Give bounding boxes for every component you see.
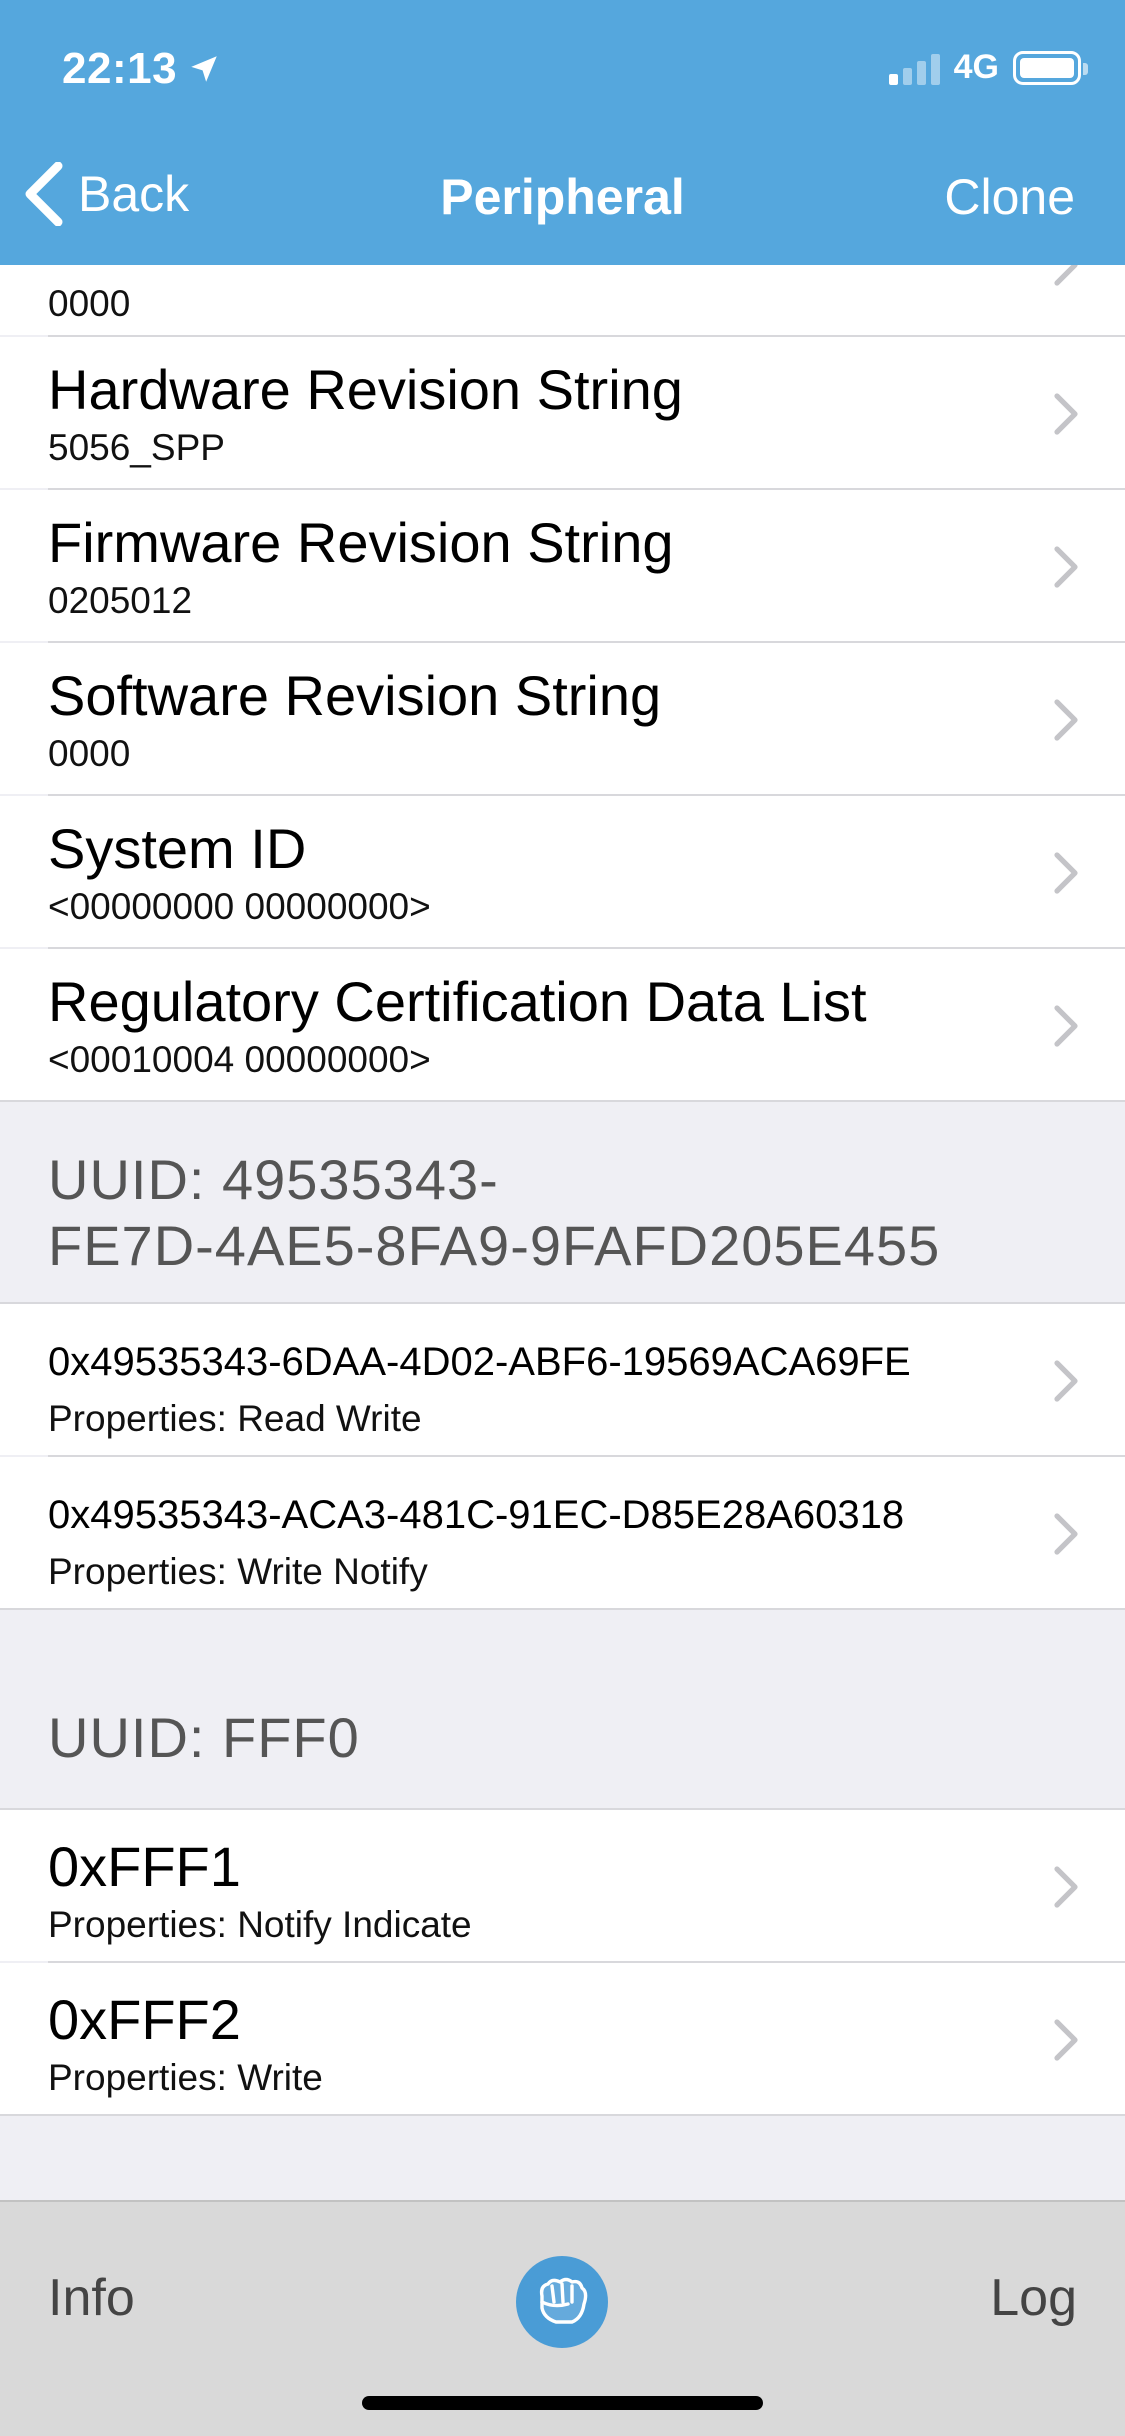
home-indicator[interactable] bbox=[362, 2396, 763, 2410]
tab-info[interactable]: Info bbox=[48, 2268, 135, 2328]
list-item-regulatory-certification[interactable]: Regulatory Certification Data List <0001… bbox=[0, 949, 1125, 1100]
characteristic-row[interactable]: 0xFFF2 Properties: Write bbox=[0, 1963, 1125, 2114]
chevron-right-icon bbox=[1054, 546, 1078, 588]
chevron-right-icon bbox=[1054, 265, 1078, 286]
characteristic-properties: Properties: Notify Indicate bbox=[48, 1904, 472, 1945]
chevron-right-icon bbox=[1054, 2019, 1078, 2061]
characteristic-uuid: 0xFFF1 bbox=[48, 1835, 241, 1898]
row-value: <00000000 00000000> bbox=[48, 886, 431, 927]
status-indicators: 4G bbox=[888, 48, 1088, 87]
list-item-partial[interactable]: 0000 bbox=[0, 265, 1125, 335]
characteristic-properties: Properties: Write bbox=[48, 2057, 323, 2098]
chevron-right-icon bbox=[1054, 1360, 1078, 1402]
peripheral-detail-list[interactable]: 0000 Hardware Revision String 5056_SPP F… bbox=[0, 265, 1125, 2200]
chevron-right-icon bbox=[1054, 699, 1078, 741]
service-header-fff0: UUID: FFF0 bbox=[0, 1610, 1125, 1810]
characteristic-properties: Properties: Read Write bbox=[48, 1398, 422, 1439]
characteristic-row[interactable]: 0xFFF1 Properties: Notify Indicate bbox=[0, 1810, 1125, 1961]
chevron-right-icon bbox=[1054, 852, 1078, 894]
row-title: Regulatory Certification Data List bbox=[48, 970, 867, 1033]
row-value: 0205012 bbox=[48, 580, 193, 621]
row-value: 0000 bbox=[48, 733, 131, 774]
row-title: Hardware Revision String bbox=[48, 358, 683, 421]
row-title: Firmware Revision String bbox=[48, 511, 674, 574]
row-value: <00010004 00000000> bbox=[48, 1039, 431, 1080]
battery-icon bbox=[1013, 50, 1088, 85]
row-value: 0000 bbox=[48, 283, 131, 324]
chevron-right-icon bbox=[1054, 1513, 1078, 1555]
status-time: 22:13 bbox=[62, 44, 221, 94]
fist-icon bbox=[539, 2277, 588, 2324]
clone-button[interactable]: Clone bbox=[944, 168, 1075, 226]
list-item-software-revision[interactable]: Software Revision String 0000 bbox=[0, 643, 1125, 794]
chevron-right-icon bbox=[1054, 1005, 1078, 1047]
characteristic-properties: Properties: Write Notify bbox=[48, 1551, 428, 1592]
list-item-system-id[interactable]: System ID <00000000 00000000> bbox=[0, 796, 1125, 947]
navigation-header: 22:13 4G Back Peripheral Clone bbox=[0, 0, 1125, 265]
characteristic-uuid: 0x49535343-6DAA-4D02-ABF6-19569ACA69FE bbox=[48, 1340, 911, 1384]
list-item-hardware-revision[interactable]: Hardware Revision String 5056_SPP bbox=[0, 337, 1125, 488]
service-uuid-line1: UUID: 49535343- bbox=[48, 1148, 499, 1211]
row-title: System ID bbox=[48, 817, 307, 880]
characteristic-row[interactable]: 0x49535343-ACA3-481C-91EC-D85E28A60318 P… bbox=[0, 1457, 1125, 1608]
chevron-right-icon bbox=[1054, 1866, 1078, 1908]
chevron-right-icon bbox=[1054, 393, 1078, 435]
row-title: Software Revision String bbox=[48, 664, 662, 727]
location-arrow-icon bbox=[191, 56, 217, 82]
cellular-signal-icon bbox=[888, 51, 940, 85]
service-uuid: UUID: FFF0 bbox=[48, 1706, 360, 1769]
characteristic-uuid: 0xFFF2 bbox=[48, 1988, 241, 2051]
service-header-49535343: UUID: 49535343- FE7D-4AE5-8FA9-9FAFD205E… bbox=[0, 1102, 1125, 1302]
row-value: 5056_SPP bbox=[48, 427, 225, 468]
list-item-firmware-revision[interactable]: Firmware Revision String 0205012 bbox=[0, 490, 1125, 641]
network-type: 4G bbox=[953, 48, 999, 86]
fist-button[interactable] bbox=[516, 2256, 608, 2348]
characteristic-uuid: 0x49535343-ACA3-481C-91EC-D85E28A60318 bbox=[48, 1493, 905, 1537]
service-uuid-line2: FE7D-4AE5-8FA9-9FAFD205E455 bbox=[48, 1214, 941, 1277]
tab-log[interactable]: Log bbox=[990, 2268, 1077, 2328]
status-time-text: 22:13 bbox=[62, 44, 178, 93]
row-divider bbox=[0, 2114, 1125, 2116]
characteristic-row[interactable]: 0x49535343-6DAA-4D02-ABF6-19569ACA69FE P… bbox=[0, 1304, 1125, 1455]
